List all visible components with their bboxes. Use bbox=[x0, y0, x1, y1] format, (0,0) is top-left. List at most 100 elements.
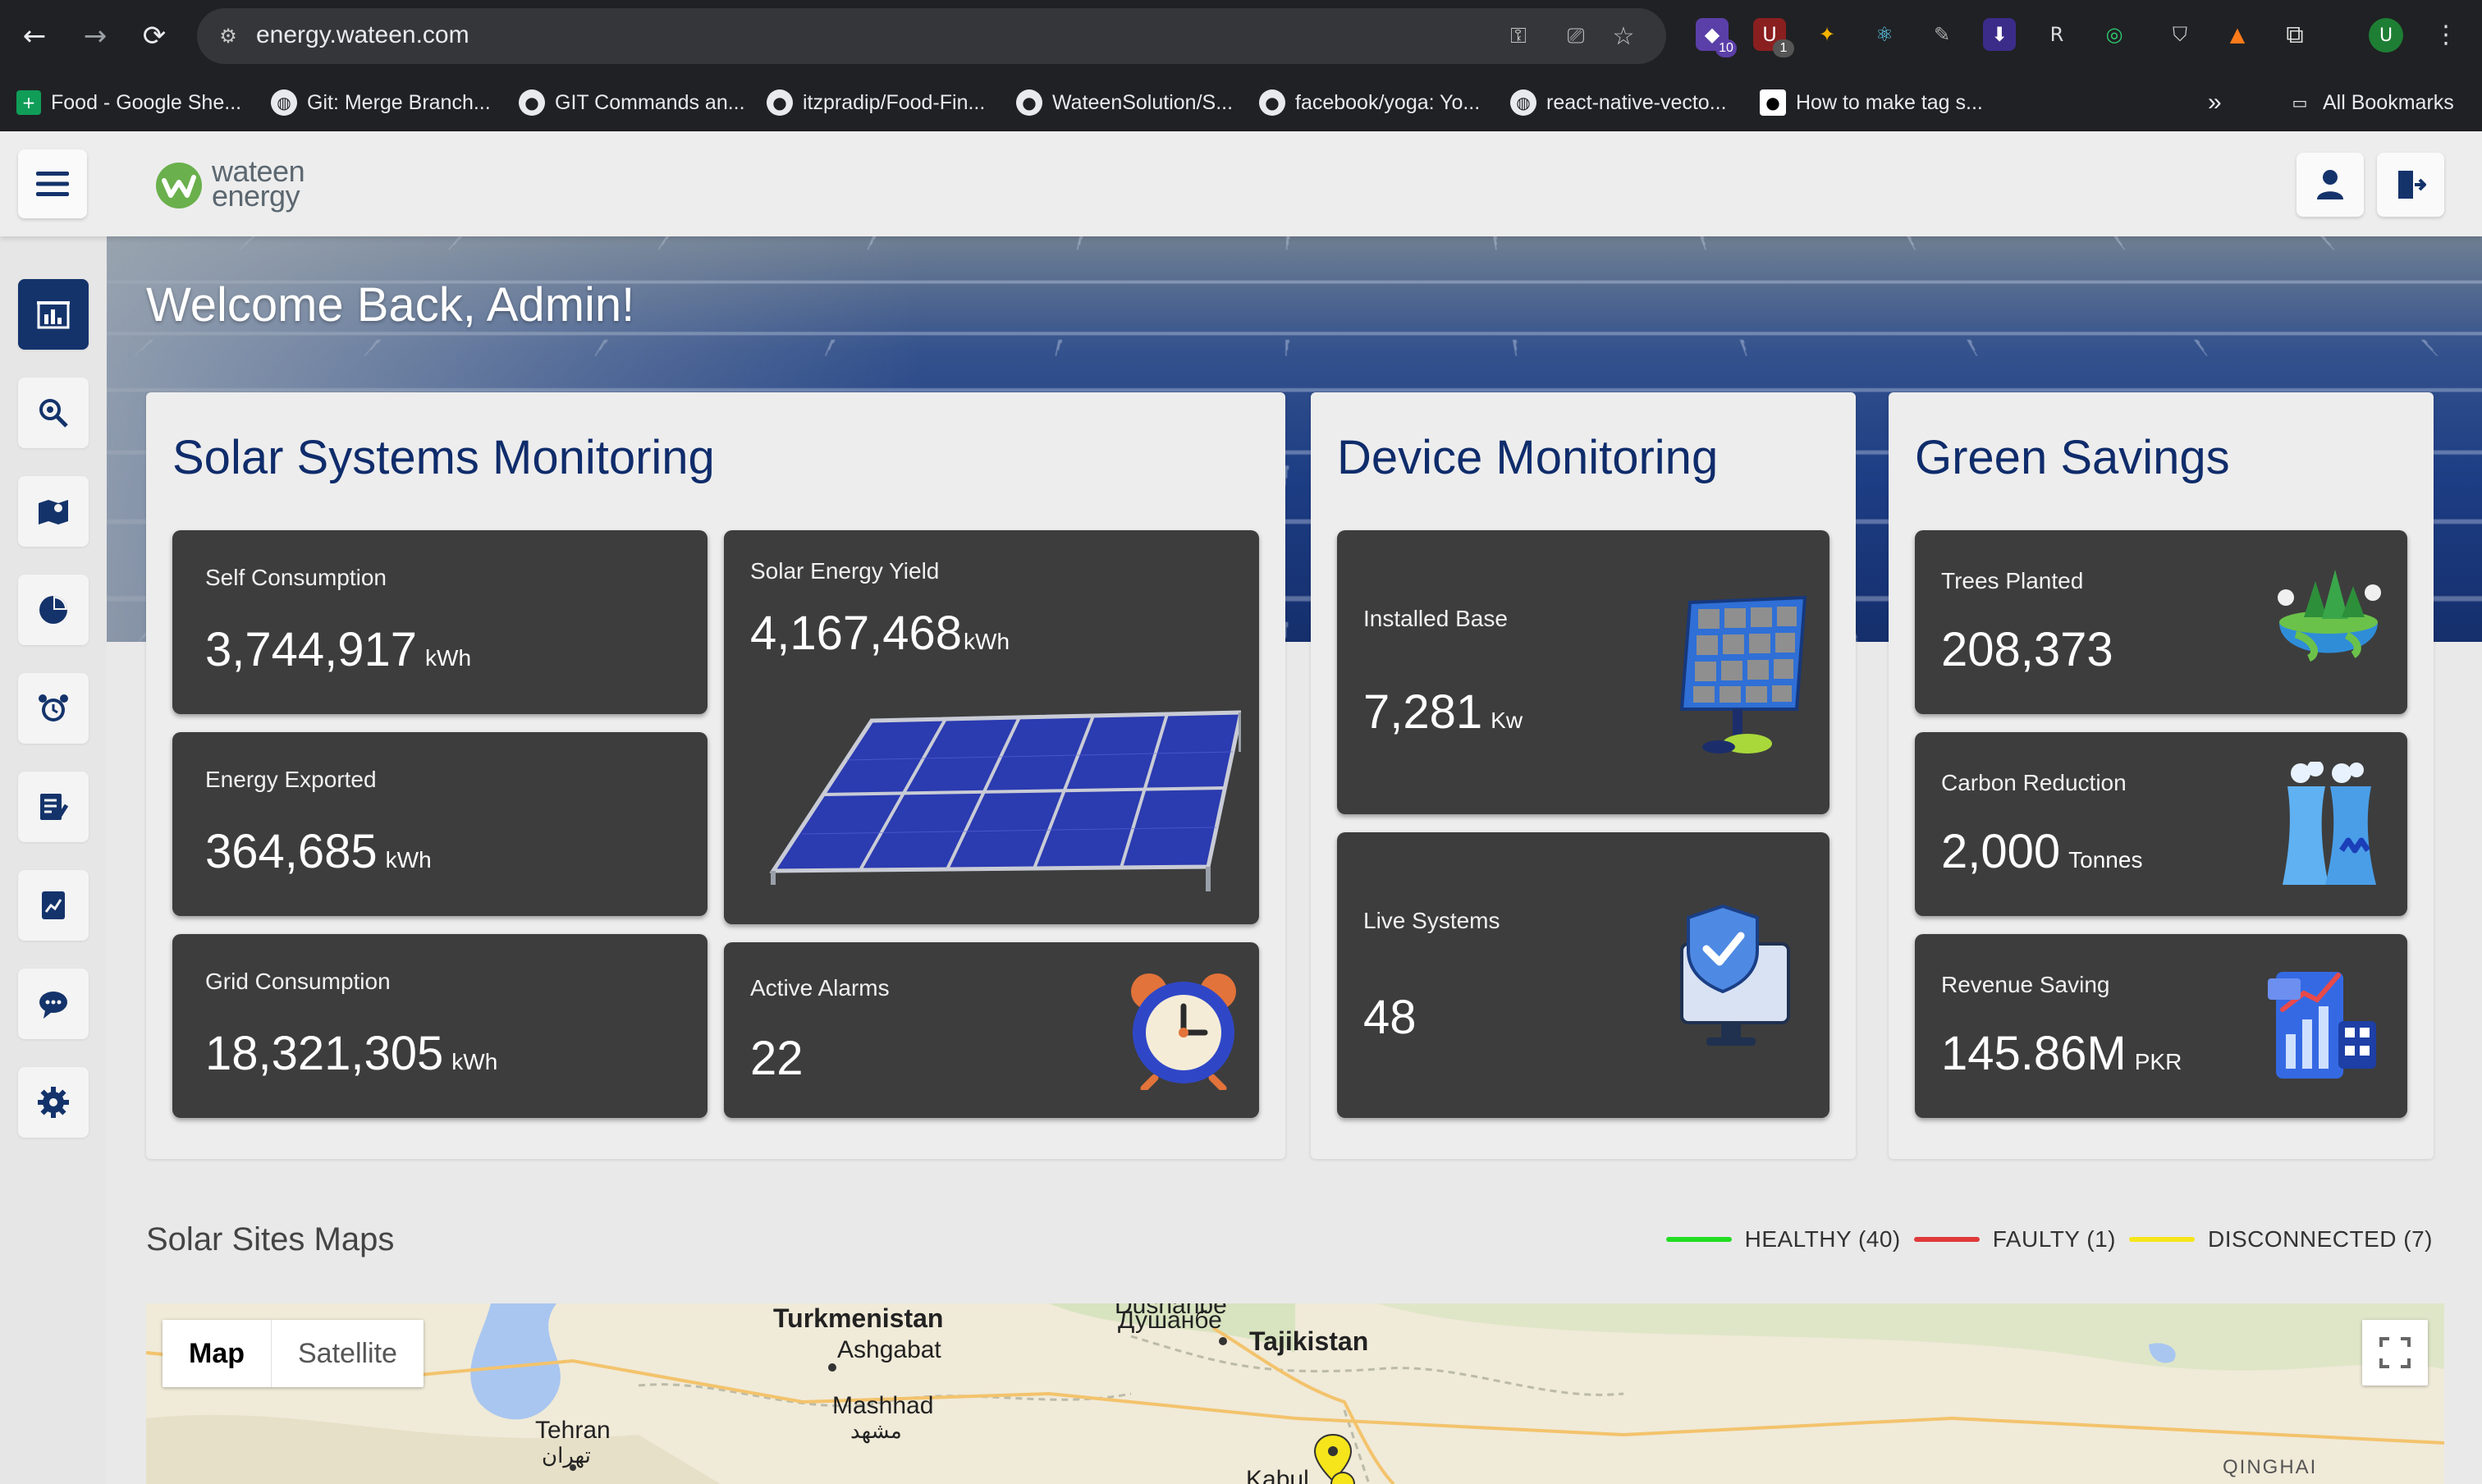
forward-icon[interactable]: → bbox=[74, 15, 117, 57]
energy-exported-label: Energy Exported bbox=[205, 767, 377, 793]
map-label-dushanbe-local: Душанбе bbox=[1118, 1307, 1222, 1335]
reload-icon[interactable]: ⟳ bbox=[133, 15, 176, 57]
cooling-tower-illustration bbox=[2276, 762, 2383, 893]
carbon-reduction-value: 2,000 Tonnes bbox=[1941, 824, 2142, 879]
bookmark-item[interactable]: ● WateenSolution/S... bbox=[1016, 87, 1233, 118]
bookmark-item[interactable]: ● How to make tag s... bbox=[1760, 87, 1983, 118]
carbon-reduction-tile[interactable]: Carbon Reduction 2,000 Tonnes bbox=[1915, 732, 2407, 916]
grid-consumption-tile[interactable]: Grid Consumption 18,321,305 kWh bbox=[172, 934, 708, 1118]
extension-badge: 10 bbox=[1715, 39, 1737, 57]
solar-yield-tile[interactable]: Solar Energy Yield 4,167,468kWh bbox=[724, 530, 1259, 924]
bookmark-item[interactable]: ● GIT Commands an... bbox=[519, 87, 745, 118]
map-label-tehran-local: تهران bbox=[542, 1443, 591, 1468]
all-bookmarks[interactable]: ▭ All Bookmarks bbox=[2287, 87, 2454, 118]
sidebar-item-alarms[interactable] bbox=[18, 673, 89, 744]
wateen-energy-logo[interactable]: wateen energy bbox=[153, 159, 309, 212]
extensions-puzzle-icon[interactable]: ⧉ bbox=[2278, 18, 2311, 51]
menu-toggle-button[interactable] bbox=[18, 149, 87, 218]
live-systems-tile[interactable]: Live Systems 48 bbox=[1337, 832, 1829, 1118]
settings-gear-icon bbox=[37, 1086, 70, 1119]
map-type-toggle: Map Satellite bbox=[163, 1320, 424, 1387]
logo-line-2: energy bbox=[212, 179, 300, 213]
sidebar-item-support[interactable] bbox=[18, 969, 89, 1039]
map-label-qinghai: QINGHAI bbox=[2223, 1456, 2317, 1479]
solar-panel-illustration bbox=[749, 703, 1241, 908]
extension-icon[interactable]: ◆ 10 bbox=[1696, 18, 1729, 51]
sidebar bbox=[0, 236, 107, 1484]
grid-consumption-unit: kWh bbox=[451, 1049, 497, 1074]
folder-icon: ▭ bbox=[2287, 89, 2313, 116]
sidebar-item-reports[interactable] bbox=[18, 575, 89, 645]
extension-icon[interactable]: U1 bbox=[1753, 18, 1786, 51]
active-alarms-tile[interactable]: Active Alarms 22 bbox=[724, 942, 1259, 1118]
bookmark-item[interactable]: ◍ Git: Merge Branch... bbox=[271, 87, 491, 118]
revenue-saving-unit: PKR bbox=[2135, 1049, 2182, 1074]
device-monitoring-card: Device Monitoring Installed Base 7,281 Kw… bbox=[1311, 392, 1856, 1159]
logout-button[interactable] bbox=[2377, 153, 2444, 217]
revenue-saving-tile[interactable]: Revenue Saving 145.86M PKR bbox=[1915, 934, 2407, 1118]
solar-device-illustration bbox=[1674, 594, 1813, 758]
bookmark-item[interactable]: ● itzpradip/Food-Fin... bbox=[767, 87, 985, 118]
site-info-icon[interactable]: ⚙ bbox=[212, 20, 245, 53]
map-icon bbox=[37, 495, 70, 528]
bookmark-label: react-native-vecto... bbox=[1546, 91, 1727, 115]
bookmark-label: How to make tag s... bbox=[1796, 91, 1983, 115]
fox-extension-icon[interactable]: ▲ bbox=[2221, 18, 2254, 51]
bookmark-star-icon[interactable]: ☆ bbox=[1607, 20, 1640, 53]
sidebar-item-map[interactable] bbox=[18, 476, 89, 547]
edit-extension-icon[interactable]: ✎ bbox=[1926, 18, 1958, 51]
back-icon[interactable]: ← bbox=[13, 15, 56, 57]
grid-consumption-number: 18,321,305 bbox=[205, 1027, 443, 1080]
sidebar-item-tasks[interactable] bbox=[18, 772, 89, 842]
self-consumption-tile[interactable]: Self Consumption 3,744,917 kWh bbox=[172, 530, 708, 714]
sheets-icon: + bbox=[16, 90, 41, 115]
map-type-satellite-button[interactable]: Satellite bbox=[272, 1320, 424, 1387]
solar-sites-map[interactable]: Turkmenistan Ashgabat Mashhad مشهد Tehra… bbox=[146, 1303, 2444, 1484]
installed-base-tile[interactable]: Installed Base 7,281 Kw bbox=[1337, 530, 1829, 814]
profile-button[interactable] bbox=[2297, 153, 2364, 217]
react-devtools-icon[interactable]: ⚛ bbox=[1868, 18, 1901, 51]
github-icon: ● bbox=[767, 89, 793, 116]
more-bookmarks-icon[interactable]: » bbox=[2208, 87, 2222, 118]
app-header: wateen energy bbox=[0, 131, 2482, 236]
sidebar-item-settings[interactable] bbox=[18, 1067, 89, 1138]
bookmark-item[interactable]: ◍ react-native-vecto... bbox=[1510, 87, 1727, 118]
password-key-icon[interactable]: ⚿ bbox=[1502, 20, 1535, 53]
color-picker-icon[interactable]: ✦ bbox=[1811, 18, 1843, 51]
install-app-icon[interactable]: ⎚ bbox=[1559, 20, 1592, 53]
bookmark-label: WateenSolution/S... bbox=[1052, 91, 1233, 115]
map-type-map-button[interactable]: Map bbox=[163, 1320, 272, 1387]
profile-avatar[interactable]: U bbox=[2369, 18, 2403, 53]
github-icon: ● bbox=[519, 89, 545, 116]
trees-planted-tile[interactable]: Trees Planted 208,373 bbox=[1915, 530, 2407, 714]
revenue-saving-label: Revenue Saving bbox=[1941, 972, 2109, 998]
solar-sites-map-title: Solar Sites Maps bbox=[146, 1221, 394, 1258]
sidebar-item-dashboard[interactable] bbox=[18, 279, 89, 350]
bookmark-label: itzpradip/Food-Fin... bbox=[803, 91, 985, 115]
target-extension-icon[interactable]: ◎ bbox=[2098, 18, 2131, 51]
carbon-reduction-label: Carbon Reduction bbox=[1941, 770, 2127, 796]
address-bar[interactable]: ⚙ energy.wateen.com ⚿ ⎚ ☆ bbox=[197, 8, 1666, 64]
analytics-report-icon bbox=[37, 889, 70, 922]
gear-search-icon bbox=[37, 396, 70, 429]
energy-exported-tile[interactable]: Energy Exported 364,685 kWh bbox=[172, 732, 708, 916]
live-systems-label: Live Systems bbox=[1363, 908, 1500, 934]
bookmark-item[interactable]: + Food - Google She... bbox=[16, 87, 241, 118]
globe-icon: ◍ bbox=[271, 89, 297, 116]
browser-menu-icon[interactable]: ⋮ bbox=[2429, 18, 2462, 51]
bookmark-item[interactable]: ● facebook/yoga: Yo... bbox=[1259, 87, 1480, 118]
map-fullscreen-button[interactable] bbox=[2362, 1320, 2428, 1386]
extension-badge: 1 bbox=[1773, 39, 1794, 57]
trees-planted-value: 208,373 bbox=[1941, 622, 2113, 677]
alarm-clock-illustration bbox=[1126, 967, 1241, 1090]
energy-exported-value: 364,685 kWh bbox=[205, 824, 432, 879]
globe-icon: ◍ bbox=[1510, 89, 1536, 116]
sidebar-item-site-settings[interactable] bbox=[18, 378, 89, 448]
redux-extension-icon[interactable]: R bbox=[2040, 18, 2073, 51]
shield-extension-icon[interactable]: ⛉ bbox=[2164, 18, 2196, 51]
all-bookmarks-label: All Bookmarks bbox=[2323, 91, 2454, 115]
download-extension-icon[interactable]: ⬇ bbox=[1983, 18, 2016, 51]
alarm-clock-icon bbox=[37, 692, 70, 725]
sidebar-item-analytics[interactable] bbox=[18, 870, 89, 941]
map-label-tajikistan: Tajikistan bbox=[1249, 1326, 1368, 1357]
